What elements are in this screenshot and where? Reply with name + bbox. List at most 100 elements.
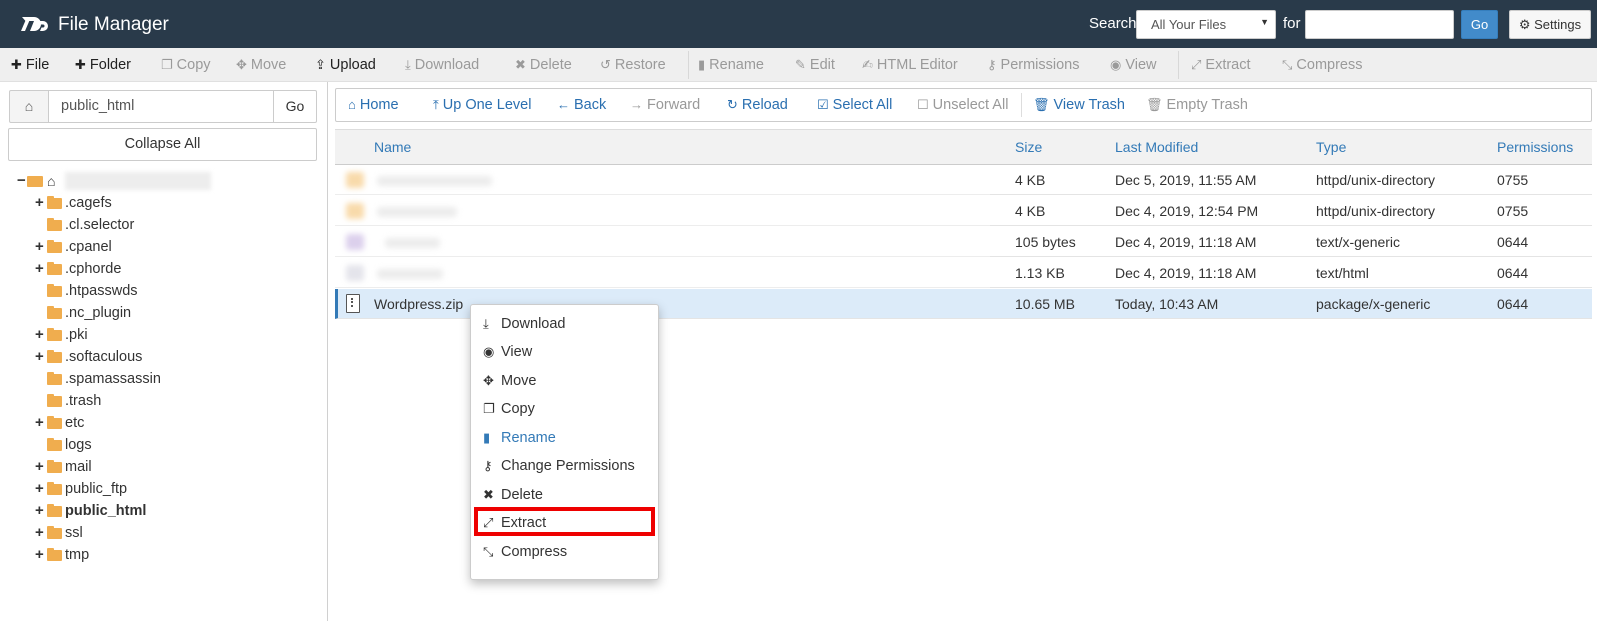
tree-node-label: .softaculous: [65, 349, 143, 365]
app-title: File Manager: [58, 14, 169, 35]
path-go-button[interactable]: Go: [273, 90, 317, 123]
menu-item-extract[interactable]: ⤢ Extract: [483, 511, 546, 535]
menu-item-label: View: [501, 344, 533, 360]
menu-item-change-permissions[interactable]: ⚷ Change Permissions: [483, 454, 635, 478]
move-icon: ✥: [236, 57, 247, 72]
expand-icon[interactable]: +: [35, 236, 45, 258]
table-row[interactable]: 4 KB Dec 5, 2019, 11:55 AM httpd/unix-di…: [335, 165, 1592, 195]
column-last-modified[interactable]: Last Modified: [1115, 130, 1198, 165]
toolbar-folder-button[interactable]: ✚ Folder: [75, 48, 131, 82]
navigation-bar: ⌂ Home ⤒ Up One Level ← Back → Forward ↻ Relo…: [335, 88, 1592, 122]
nav-reload-button[interactable]: ↻ Reload: [727, 89, 788, 121]
toolbar-edit-button[interactable]: ✎ Edit: [795, 48, 835, 82]
toolbar-compress-label: Compress: [1296, 57, 1363, 73]
blur-overlay: [335, 258, 990, 288]
zip-file-icon: [346, 294, 360, 313]
toolbar-file-label: File: [25, 57, 50, 73]
menu-item-copy[interactable]: ❐ Copy: [483, 397, 535, 421]
eye-icon: ◉: [1110, 57, 1122, 72]
folder-open-icon: [27, 176, 43, 187]
level-up-icon: ⤒: [433, 97, 439, 112]
table-row[interactable]: 1.13 KB Dec 4, 2019, 11:18 AM text/html …: [335, 258, 1592, 288]
expand-icon: ⤢: [1191, 57, 1202, 72]
settings-button[interactable]: ⚙ Settings: [1509, 10, 1591, 39]
expand-icon[interactable]: +: [35, 478, 45, 500]
nav-unselect-all-button[interactable]: ☐ Unselect All: [917, 89, 1008, 121]
expand-icon[interactable]: +: [35, 522, 45, 544]
for-label: for: [1283, 15, 1301, 32]
nav-back-button[interactable]: ← Back: [557, 89, 606, 121]
file-icon: ▮: [698, 57, 706, 72]
folder-icon: [47, 350, 62, 363]
column-permissions[interactable]: Permissions: [1497, 130, 1573, 165]
download-icon: ⤓: [483, 316, 489, 331]
home-icon[interactable]: ⌂: [9, 90, 49, 123]
cell-size: 4 KB: [1015, 172, 1046, 188]
menu-item-compress[interactable]: ⤡ Compress: [483, 540, 567, 564]
nav-forward-button[interactable]: → Forward: [630, 89, 700, 121]
tree-node-label: .htpasswds: [65, 283, 138, 299]
search-input[interactable]: [1305, 10, 1454, 39]
menu-item-move[interactable]: ✥ Move: [483, 369, 536, 393]
toolbar-rename-button[interactable]: ▮ Rename: [698, 48, 764, 82]
toolbar-restore-button[interactable]: ↺ Restore: [600, 48, 666, 82]
copy-icon: ❐: [161, 57, 173, 72]
column-type[interactable]: Type: [1316, 130, 1346, 165]
nav-empty-trash-button[interactable]: 🗑 Empty Trash: [1146, 89, 1248, 121]
cell-type: httpd/unix-directory: [1316, 203, 1436, 219]
toolbar-copy-button[interactable]: ❐ Copy: [161, 48, 211, 82]
toolbar-extract-button[interactable]: ⤢ Extract: [1191, 48, 1251, 82]
toolbar-delete-button[interactable]: ✖ Delete: [515, 48, 572, 82]
nav-select-all-button[interactable]: ☑ Select All: [817, 89, 892, 121]
nav-home-button[interactable]: ⌂ Home: [348, 89, 399, 121]
menu-item-delete[interactable]: ✖ Delete: [483, 483, 543, 507]
menu-item-view[interactable]: ◉ View: [483, 340, 532, 364]
toolbar-permissions-button[interactable]: ⚷ Permissions: [987, 48, 1080, 82]
nav-home-label: Home: [359, 97, 399, 113]
menu-item-download[interactable]: ⤓ Download: [483, 312, 566, 336]
toolbar-view-button[interactable]: ◉ View: [1110, 48, 1157, 82]
toolbar-html-editor-button[interactable]: ✍ HTML Editor: [862, 48, 958, 82]
nav-view-trash-button[interactable]: 🗑 View Trash: [1033, 89, 1125, 121]
column-name[interactable]: Name: [374, 130, 411, 165]
expand-icon[interactable]: +: [35, 324, 45, 346]
expand-icon[interactable]: +: [35, 258, 45, 280]
cell-type: httpd/unix-directory: [1316, 172, 1436, 188]
toolbar-download-label: Download: [414, 57, 480, 73]
menu-item-rename[interactable]: ▮ Rename: [483, 426, 556, 450]
folder-icon: [47, 196, 62, 209]
panel-divider[interactable]: [327, 82, 328, 621]
search-scope-select[interactable]: All Your Files ▼: [1136, 10, 1276, 39]
blur-overlay: [335, 165, 990, 195]
expand-icon[interactable]: +: [35, 500, 45, 522]
toolbar-rename-label: Rename: [709, 57, 764, 73]
settings-label: Settings: [1534, 17, 1582, 32]
toolbar-upload-button[interactable]: ⇪ Upload: [315, 48, 376, 82]
plus-icon: ✚: [75, 57, 86, 72]
undo-icon: ↺: [600, 57, 611, 72]
compress-icon: ⤡: [1282, 57, 1293, 72]
expand-icon[interactable]: +: [35, 412, 45, 434]
toolbar-file-button[interactable]: ✚ File: [11, 48, 49, 82]
collapse-all-button[interactable]: Collapse All: [8, 128, 317, 161]
cell-size: 4 KB: [1015, 203, 1046, 219]
toolbar-move-button[interactable]: ✥ Move: [236, 48, 286, 82]
toolbar-download-button[interactable]: ⤓ Download: [405, 48, 479, 82]
tree-node-label: .cagefs: [65, 195, 112, 211]
expand-icon[interactable]: +: [35, 192, 45, 214]
table-row[interactable]: 4 KB Dec 4, 2019, 12:54 PM httpd/unix-di…: [335, 196, 1592, 226]
toolbar-compress-button[interactable]: ⤡ Compress: [1282, 48, 1362, 82]
nav-up-one-level-button[interactable]: ⤒ Up One Level: [433, 89, 531, 121]
collapse-icon[interactable]: −: [17, 170, 26, 192]
path-input[interactable]: public_html: [48, 90, 274, 123]
expand-icon[interactable]: +: [35, 544, 45, 566]
menu-item-label: Move: [501, 373, 537, 389]
move-icon: ✥: [483, 373, 494, 388]
column-size[interactable]: Size: [1015, 130, 1042, 165]
cell-name[interactable]: Wordpress.zip: [374, 289, 463, 319]
tree-node-label: .cpanel: [65, 239, 112, 255]
table-row[interactable]: 105 bytes Dec 4, 2019, 11:18 AM text/x-g…: [335, 227, 1592, 257]
search-go-button[interactable]: Go: [1461, 10, 1498, 39]
expand-icon[interactable]: +: [35, 456, 45, 478]
expand-icon[interactable]: +: [35, 346, 45, 368]
